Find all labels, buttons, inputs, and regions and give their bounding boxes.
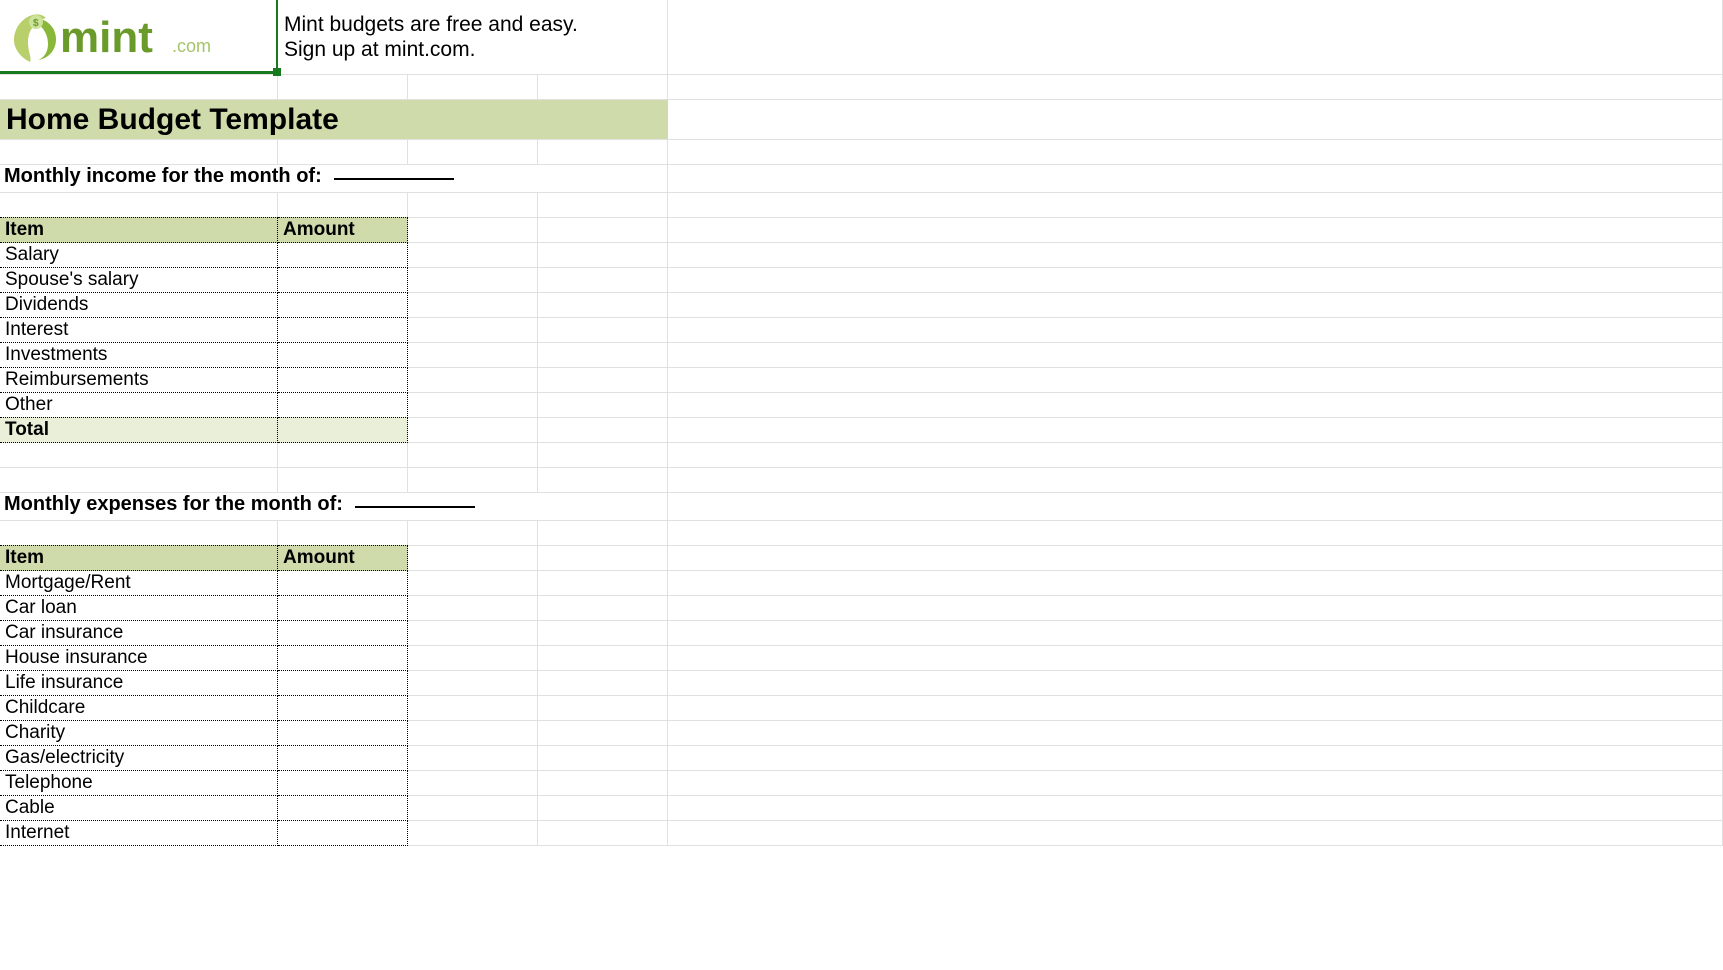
header-rest[interactable]	[668, 0, 1723, 74]
amount-cell[interactable]	[278, 342, 408, 368]
table-row[interactable]: Investments	[0, 343, 1723, 368]
spacer-row[interactable]	[0, 443, 1723, 468]
table-row[interactable]: Salary	[0, 243, 1723, 268]
amount-cell[interactable]	[278, 795, 408, 821]
item-cell[interactable]: Cable	[0, 795, 278, 821]
table-row[interactable]: Reimbursements	[0, 368, 1723, 393]
item-cell[interactable]: Charity	[0, 720, 278, 746]
table-row[interactable]: Mortgage/Rent	[0, 571, 1723, 596]
amount-cell[interactable]	[278, 392, 408, 418]
item-cell[interactable]: Mortgage/Rent	[0, 570, 278, 596]
spacer-row[interactable]	[0, 468, 1723, 493]
svg-text:$: $	[33, 18, 39, 29]
table-header-row: ItemAmount	[0, 218, 1723, 243]
item-cell[interactable]: House insurance	[0, 645, 278, 671]
amount-cell[interactable]	[278, 595, 408, 621]
table-row[interactable]: Childcare	[0, 696, 1723, 721]
svg-text:.com: .com	[172, 36, 211, 56]
title-row: Home Budget Template	[0, 100, 1723, 140]
amount-cell[interactable]	[278, 292, 408, 318]
amount-cell[interactable]	[278, 645, 408, 671]
header-item: Item	[0, 545, 278, 571]
table-total-row: Total	[0, 418, 1723, 443]
header-amount: Amount	[278, 545, 408, 571]
spacer-row[interactable]	[0, 140, 1723, 165]
header-row: $ mint .com Mint budgets are free and ea…	[0, 0, 1723, 75]
item-cell[interactable]: Gas/electricity	[0, 745, 278, 771]
expenses-label-text: Monthly expenses for the month of:	[4, 493, 343, 516]
amount-cell[interactable]	[278, 570, 408, 596]
table-row[interactable]: Other	[0, 393, 1723, 418]
amount-cell[interactable]	[278, 745, 408, 771]
spacer-row[interactable]	[0, 75, 1723, 100]
table-row[interactable]: Internet	[0, 821, 1723, 846]
table-row[interactable]: Car loan	[0, 596, 1723, 621]
spreadsheet: $ mint .com Mint budgets are free and ea…	[0, 0, 1723, 846]
item-cell[interactable]: Car loan	[0, 595, 278, 621]
spacer-row[interactable]	[0, 521, 1723, 546]
mint-logo-icon: $ mint .com	[4, 6, 234, 66]
amount-cell[interactable]	[278, 720, 408, 746]
item-cell[interactable]: Reimbursements	[0, 367, 278, 393]
amount-cell[interactable]	[278, 695, 408, 721]
selection-handle-icon[interactable]	[273, 68, 281, 76]
item-cell[interactable]: Spouse's salary	[0, 267, 278, 293]
expenses-table: ItemAmountMortgage/RentCar loanCar insur…	[0, 546, 1723, 846]
amount-cell[interactable]	[278, 317, 408, 343]
table-row[interactable]: Spouse's salary	[0, 268, 1723, 293]
total-amount[interactable]	[278, 417, 408, 443]
table-row[interactable]: Charity	[0, 721, 1723, 746]
item-cell[interactable]: Car insurance	[0, 620, 278, 646]
expenses-month-blank[interactable]	[355, 506, 475, 508]
table-row[interactable]: Cable	[0, 796, 1723, 821]
item-cell[interactable]: Investments	[0, 342, 278, 368]
page-title: Home Budget Template	[0, 100, 668, 139]
amount-cell[interactable]	[278, 820, 408, 846]
income-table: ItemAmountSalarySpouse's salaryDividends…	[0, 218, 1723, 443]
total-label: Total	[0, 417, 278, 443]
spacer-row[interactable]	[0, 193, 1723, 218]
table-row[interactable]: Telephone	[0, 771, 1723, 796]
item-cell[interactable]: Internet	[0, 820, 278, 846]
table-row[interactable]: Life insurance	[0, 671, 1723, 696]
income-label-text: Monthly income for the month of:	[4, 165, 322, 188]
table-row[interactable]: House insurance	[0, 646, 1723, 671]
tagline-line1: Mint budgets are free and easy.	[284, 12, 667, 37]
item-cell[interactable]: Interest	[0, 317, 278, 343]
svg-text:mint: mint	[60, 13, 153, 62]
item-cell[interactable]: Other	[0, 392, 278, 418]
tagline-cell: Mint budgets are free and easy. Sign up …	[278, 0, 668, 74]
item-cell[interactable]: Life insurance	[0, 670, 278, 696]
income-section-label-row: Monthly income for the month of:	[0, 165, 1723, 193]
expenses-section-label-row: Monthly expenses for the month of:	[0, 493, 1723, 521]
income-month-blank[interactable]	[334, 178, 454, 180]
tagline-line2: Sign up at mint.com.	[284, 37, 667, 62]
expenses-section-label: Monthly expenses for the month of:	[0, 493, 538, 520]
table-header-row: ItemAmount	[0, 546, 1723, 571]
amount-cell[interactable]	[278, 367, 408, 393]
table-row[interactable]: Car insurance	[0, 621, 1723, 646]
item-cell[interactable]: Dividends	[0, 292, 278, 318]
table-row[interactable]: Gas/electricity	[0, 746, 1723, 771]
table-row[interactable]: Dividends	[0, 293, 1723, 318]
header-amount: Amount	[278, 217, 408, 243]
amount-cell[interactable]	[278, 620, 408, 646]
amount-cell[interactable]	[278, 267, 408, 293]
amount-cell[interactable]	[278, 770, 408, 796]
header-item: Item	[0, 217, 278, 243]
logo-cell[interactable]: $ mint .com	[0, 0, 278, 74]
income-section-label: Monthly income for the month of:	[0, 165, 538, 192]
amount-cell[interactable]	[278, 670, 408, 696]
item-cell[interactable]: Telephone	[0, 770, 278, 796]
table-row[interactable]: Interest	[0, 318, 1723, 343]
item-cell[interactable]: Salary	[0, 242, 278, 268]
item-cell[interactable]: Childcare	[0, 695, 278, 721]
amount-cell[interactable]	[278, 242, 408, 268]
